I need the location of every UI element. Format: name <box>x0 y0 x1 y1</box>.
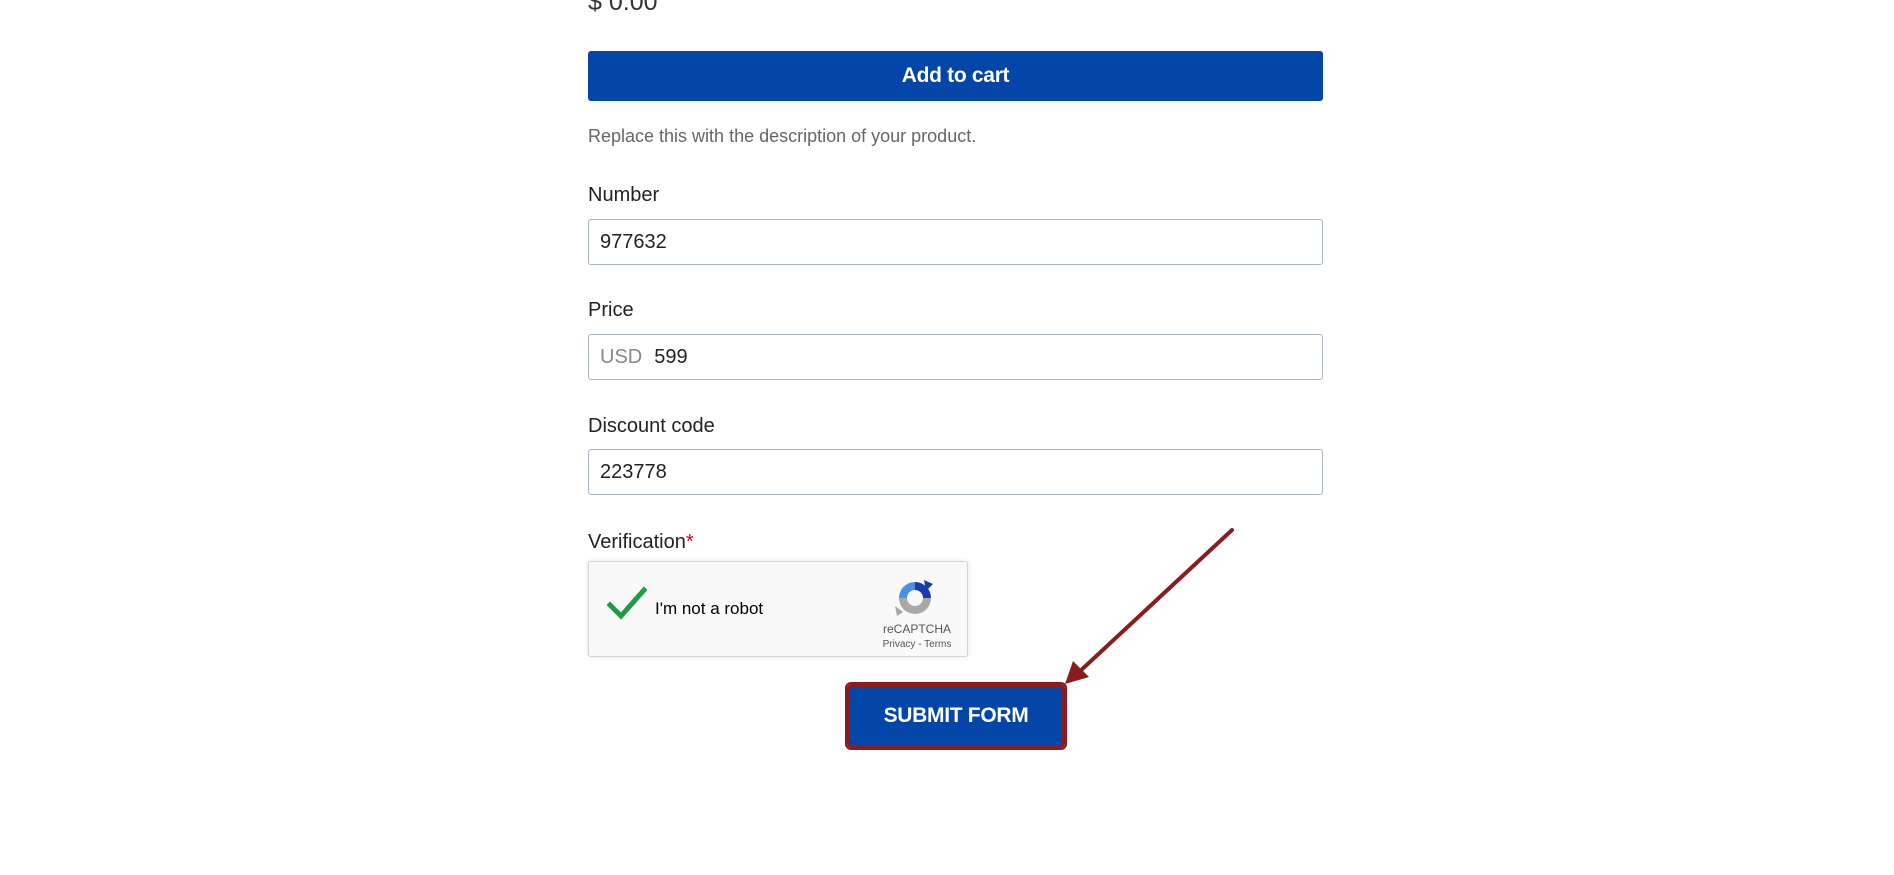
recaptcha-label: I'm not a robot <box>655 599 764 618</box>
recaptcha-logo-icon <box>895 580 933 616</box>
currency-prefix: USD <box>600 345 643 368</box>
recaptcha-widget[interactable]: I'm not a robot reCAPTCHA Privacy - Term… <box>588 561 968 657</box>
discount-code-input[interactable] <box>600 460 1311 484</box>
verification-label: Verification* <box>588 531 694 554</box>
verification-label-text: Verification <box>588 531 686 553</box>
number-label: Number <box>588 184 660 206</box>
product-price: $ 0.00 <box>588 0 658 16</box>
price-field[interactable]: USD <box>588 334 1323 380</box>
price-label: Price <box>588 299 634 321</box>
privacy-link[interactable]: Privacy <box>883 639 916 650</box>
terms-link[interactable]: Terms <box>924 639 951 650</box>
checkmark-icon[interactable] <box>607 586 647 622</box>
number-field[interactable] <box>588 219 1323 265</box>
recaptcha-brand: reCAPTCHA <box>882 622 951 636</box>
submit-form-button[interactable]: SUBMIT FORM <box>845 682 1067 750</box>
price-input[interactable] <box>654 345 1311 369</box>
discount-code-label: Discount code <box>588 415 715 437</box>
link-separator: - <box>915 639 925 650</box>
recaptcha-links: Privacy - Terms <box>872 639 962 650</box>
required-mark: * <box>685 531 694 553</box>
product-description: Replace this with the description of you… <box>588 126 977 146</box>
add-to-cart-button[interactable]: Add to cart <box>588 51 1323 101</box>
discount-code-field[interactable] <box>588 449 1323 495</box>
number-input[interactable] <box>600 230 1311 254</box>
